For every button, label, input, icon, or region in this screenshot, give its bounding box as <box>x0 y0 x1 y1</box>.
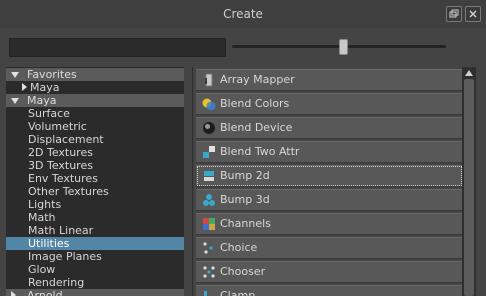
tree-item-label: Lights <box>28 198 62 211</box>
tree-item-math[interactable]: Math <box>6 211 184 224</box>
node-list-scrollbar[interactable] <box>462 67 476 296</box>
bump-2d-icon <box>202 169 216 183</box>
node-label: Blend Two Attr <box>220 145 300 158</box>
tree-item-math-linear[interactable]: Math Linear <box>6 224 184 237</box>
tree-item-label: Glow <box>28 263 56 276</box>
tree-category-favorites[interactable]: Favorites <box>6 68 184 81</box>
tree-item-2d-textures[interactable]: 2D Textures <box>6 146 184 159</box>
array-mapper-icon <box>202 73 216 87</box>
chooser-icon <box>202 265 216 279</box>
window-title: Create <box>223 7 263 21</box>
channels-icon <box>202 217 216 231</box>
tree-item-label: Rendering <box>28 276 85 289</box>
blend-colors-icon <box>202 97 216 111</box>
tree-item-label: Image Planes <box>28 250 102 263</box>
tree-item-env-textures[interactable]: Env Textures <box>6 172 184 185</box>
node-label: Blend Colors <box>220 97 290 110</box>
node-button-clamp[interactable]: Clamp <box>196 285 463 296</box>
tree-item-3d-textures[interactable]: 3D Textures <box>6 159 184 172</box>
scroll-up-arrow-icon[interactable] <box>465 70 473 76</box>
tree-item-utilities[interactable]: Utilities <box>6 237 184 250</box>
tree-item-label: Favorites <box>27 68 77 81</box>
close-button[interactable] <box>465 6 481 22</box>
tree-item-volumetric[interactable]: Volumetric <box>6 120 184 133</box>
choice-icon <box>202 241 216 255</box>
tree-item-label: Arnold <box>27 289 63 296</box>
node-label: Blend Device <box>220 121 293 134</box>
float-window-icon <box>449 9 459 18</box>
tree-category-arnold[interactable]: Arnold <box>6 289 184 296</box>
node-list: Array Mapper Blend Colors Blend Device Blen… <box>192 67 463 296</box>
tree-item-surface[interactable]: Surface <box>6 107 184 120</box>
node-button-channels[interactable]: Channels <box>196 213 463 235</box>
expand-arrow-icon[interactable] <box>11 72 19 78</box>
node-button-choice[interactable]: Choice <box>196 237 463 259</box>
node-label: Bump 3d <box>220 193 270 206</box>
node-label: Channels <box>220 217 271 230</box>
expand-arrow-icon[interactable] <box>11 98 19 104</box>
node-label: Choice <box>220 241 258 254</box>
search-input[interactable] <box>9 38 226 57</box>
icon-size-slider-handle[interactable] <box>339 39 349 55</box>
node-button-chooser[interactable]: Chooser <box>196 261 463 283</box>
tree-item-label: Math <box>28 211 56 224</box>
close-icon <box>469 10 477 18</box>
node-button-blend-device[interactable]: Blend Device <box>196 117 463 139</box>
blend-device-icon <box>202 121 216 135</box>
tree-item-image-planes[interactable]: Image Planes <box>6 250 184 263</box>
tree-item-label: 2D Textures <box>28 146 93 159</box>
tree-item-maya[interactable]: Maya <box>6 81 184 94</box>
bump-3d-icon <box>202 193 216 207</box>
tree-item-label: Other Textures <box>28 185 109 198</box>
tree-item-label: Env Textures <box>28 172 98 185</box>
node-button-bump-2d[interactable]: Bump 2d <box>196 165 463 187</box>
tree-item-displacement[interactable]: Displacement <box>6 133 184 146</box>
collapse-arrow-icon[interactable] <box>22 83 27 91</box>
node-button-array-mapper[interactable]: Array Mapper <box>196 69 463 91</box>
tree-item-label: Volumetric <box>28 120 87 133</box>
tree-item-lights[interactable]: Lights <box>6 198 184 211</box>
node-label: Clamp <box>220 289 256 296</box>
tree-item-other-textures[interactable]: Other Textures <box>6 185 184 198</box>
node-button-blend-two-attr[interactable]: Blend Two Attr <box>196 141 463 163</box>
node-label: Bump 2d <box>220 169 270 182</box>
collapse-arrow-icon[interactable] <box>11 291 16 296</box>
tree-item-label: Utilities <box>28 237 70 250</box>
node-button-blend-colors[interactable]: Blend Colors <box>196 93 463 115</box>
tree-item-label: Displacement <box>28 133 104 146</box>
tree-item-label: Math Linear <box>28 224 94 237</box>
node-label: Chooser <box>220 265 266 278</box>
category-tree: Favorites Maya Maya Surface Volumetric Displa… <box>6 67 184 296</box>
scrollbar-thumb[interactable] <box>464 79 474 296</box>
tree-item-label: 3D Textures <box>28 159 93 172</box>
clamp-icon <box>202 289 216 296</box>
tree-item-label: Maya <box>30 81 60 94</box>
tree-category-maya[interactable]: Maya <box>6 94 184 107</box>
tree-item-rendering[interactable]: Rendering <box>6 276 184 289</box>
node-button-bump-3d[interactable]: Bump 3d <box>196 189 463 211</box>
node-label: Array Mapper <box>220 73 295 86</box>
tree-item-label: Surface <box>28 107 70 120</box>
blend-two-attr-icon <box>202 145 216 159</box>
tree-item-label: Maya <box>27 94 57 107</box>
title-bar: Create <box>0 0 486 28</box>
tree-item-glow[interactable]: Glow <box>6 263 184 276</box>
float-window-button[interactable] <box>446 6 462 22</box>
